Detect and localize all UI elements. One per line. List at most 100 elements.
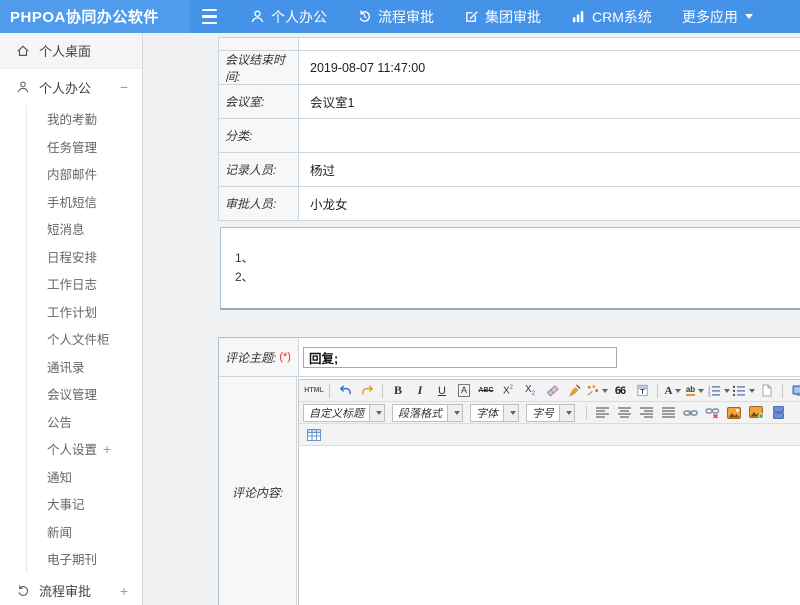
sidebar-item-label: 个人设置 bbox=[47, 439, 97, 458]
remove-link-button[interactable] bbox=[702, 403, 722, 422]
sidebar-item-notification[interactable]: 通知 bbox=[27, 463, 142, 491]
font-family-select[interactable]: 字体 bbox=[470, 404, 519, 422]
format-painter-button[interactable] bbox=[586, 381, 608, 400]
unordered-list-icon bbox=[732, 385, 746, 397]
font-border-button[interactable]: A bbox=[454, 381, 474, 400]
toolbar-separator bbox=[586, 406, 587, 420]
sidebar-item-e-journal[interactable]: 电子期刊 bbox=[27, 545, 142, 573]
sidebar-item-work-plan[interactable]: 工作计划 bbox=[27, 298, 142, 326]
sidebar-item-announcement[interactable]: 公告 bbox=[27, 408, 142, 436]
menu-icon[interactable] bbox=[202, 9, 222, 25]
sidebar-item-personal-office[interactable]: 个人办公 − bbox=[0, 69, 142, 105]
caret-down-icon[interactable] bbox=[447, 405, 462, 421]
app-title: PHPOA协同办公软件 bbox=[0, 0, 190, 33]
caret-down-icon[interactable] bbox=[369, 405, 384, 421]
subscript-button[interactable]: X2 bbox=[520, 381, 540, 400]
undo-button[interactable] bbox=[335, 381, 355, 400]
paste-from-word-button[interactable]: T bbox=[632, 381, 652, 400]
clean-format-button[interactable] bbox=[564, 381, 584, 400]
sidebar-item-contacts[interactable]: 通讯录 bbox=[27, 353, 142, 381]
font-size-select[interactable]: 字号 bbox=[526, 404, 575, 422]
nav-item-more-apps[interactable]: 更多应用 bbox=[682, 7, 753, 27]
align-right-button[interactable] bbox=[636, 403, 656, 422]
align-center-icon bbox=[618, 407, 631, 418]
editor-content-area[interactable] bbox=[299, 446, 800, 605]
sidebar-item-personal-file-cabinet[interactable]: 个人文件柜 bbox=[27, 325, 142, 353]
caret-down-icon[interactable] bbox=[559, 405, 574, 421]
sidebar-item-meeting-management[interactable]: 会议管理 bbox=[27, 380, 142, 408]
new-page-button[interactable] bbox=[757, 381, 777, 400]
italic-button[interactable]: I bbox=[410, 381, 430, 400]
sidebar-item-label: 大事记 bbox=[47, 494, 85, 513]
caret-down-icon[interactable] bbox=[503, 405, 518, 421]
insert-table-icon bbox=[307, 429, 321, 441]
meeting-end-time-label: 会议结束时间: bbox=[219, 51, 299, 84]
form-row-recorder: 记录人员:杨过 bbox=[219, 153, 800, 187]
bold-button[interactable]: B bbox=[388, 381, 408, 400]
sidebar-item-my-attendance[interactable]: 我的考勤 bbox=[27, 105, 142, 133]
user-icon bbox=[250, 9, 265, 24]
strikethrough-button[interactable]: ABC bbox=[476, 381, 496, 400]
sidebar-item-personal-desktop[interactable]: 个人桌面 bbox=[0, 33, 142, 69]
history-icon bbox=[357, 9, 372, 24]
sidebar-item-personal-settings[interactable]: 个人设置 + bbox=[27, 435, 142, 463]
align-justify-button[interactable] bbox=[658, 403, 678, 422]
approver-label: 审批人员: bbox=[219, 187, 299, 220]
sidebar-item-label: 工作计划 bbox=[47, 302, 97, 321]
sidebar-item-news[interactable]: 新闻 bbox=[27, 518, 142, 546]
form-row-approver: 审批人员:小龙女 bbox=[219, 187, 800, 221]
insert-table-button[interactable] bbox=[304, 425, 324, 444]
sidebar-item-label: 个人办公 bbox=[39, 78, 91, 97]
highlight-button[interactable]: ab bbox=[685, 381, 705, 400]
sidebar-item-task-management[interactable]: 任务管理 bbox=[27, 133, 142, 161]
nav-item-label: 个人办公 bbox=[271, 7, 327, 27]
expand-icon[interactable]: + bbox=[120, 584, 128, 598]
insert-media-button[interactable] bbox=[768, 403, 788, 422]
sidebar-item-schedule[interactable]: 日程安排 bbox=[27, 243, 142, 271]
underline-icon: U bbox=[438, 385, 446, 397]
toolbar-separator bbox=[329, 384, 330, 398]
font-color-button[interactable]: A bbox=[663, 381, 683, 400]
sidebar-item-internal-mail[interactable]: 内部邮件 bbox=[27, 160, 142, 188]
nav-item-workflow-approval[interactable]: 流程审批 bbox=[357, 7, 434, 27]
select-value: 字体 bbox=[471, 405, 503, 421]
nav-item-crm-system[interactable]: CRM系统 bbox=[571, 7, 652, 27]
undo-icon bbox=[339, 384, 352, 397]
underline-button[interactable]: U bbox=[432, 381, 452, 400]
nav-item-personal-office[interactable]: 个人办公 bbox=[250, 7, 327, 27]
redo-button[interactable] bbox=[357, 381, 377, 400]
collapse-icon[interactable]: − bbox=[120, 80, 128, 94]
upload-image-button[interactable] bbox=[746, 403, 766, 422]
nav-item-group-approval[interactable]: 集团审批 bbox=[464, 7, 541, 27]
expand-icon[interactable]: + bbox=[103, 442, 111, 456]
align-center-button[interactable] bbox=[614, 403, 634, 422]
category-label: 分类: bbox=[219, 119, 299, 152]
eraser-button[interactable] bbox=[542, 381, 562, 400]
sidebar-item-workflow-approval[interactable]: 流程审批+ bbox=[0, 573, 142, 605]
nav-item-label: 集团审批 bbox=[485, 7, 541, 27]
blockquote-button[interactable]: 66 bbox=[610, 381, 630, 400]
unordered-list-button[interactable] bbox=[732, 381, 755, 400]
sidebar-item-label: 会议管理 bbox=[47, 384, 97, 403]
sidebar-item-major-events[interactable]: 大事记 bbox=[27, 490, 142, 518]
align-left-button[interactable] bbox=[592, 403, 612, 422]
insert-image-icon bbox=[727, 407, 741, 419]
sidebar-item-label: 工作日志 bbox=[47, 274, 97, 293]
html-source-button[interactable]: HTML bbox=[304, 381, 324, 400]
comment-content-row: 评论内容: HTMLBIUAABCX2X266TAab123 自定义标题段落格式… bbox=[219, 377, 800, 605]
sidebar-item-short-message[interactable]: 短消息 bbox=[27, 215, 142, 243]
preview-button[interactable] bbox=[788, 381, 800, 400]
insert-image-button[interactable] bbox=[724, 403, 744, 422]
previous-row-value bbox=[299, 38, 800, 50]
paragraph-format-select[interactable]: 段落格式 bbox=[392, 404, 463, 422]
superscript-button[interactable]: X2 bbox=[498, 381, 518, 400]
sidebar-item-mobile-sms[interactable]: 手机短信 bbox=[27, 188, 142, 216]
custom-title-select[interactable]: 自定义标题 bbox=[303, 404, 385, 422]
ordered-list-button[interactable]: 123 bbox=[707, 381, 730, 400]
sidebar-item-work-log[interactable]: 工作日志 bbox=[27, 270, 142, 298]
insert-link-button[interactable] bbox=[680, 403, 700, 422]
upload-image-icon bbox=[749, 406, 764, 419]
comment-subject-input[interactable] bbox=[303, 347, 617, 368]
sidebar-item-label: 新闻 bbox=[47, 522, 72, 541]
sidebar-item-label: 我的考勤 bbox=[47, 109, 97, 128]
